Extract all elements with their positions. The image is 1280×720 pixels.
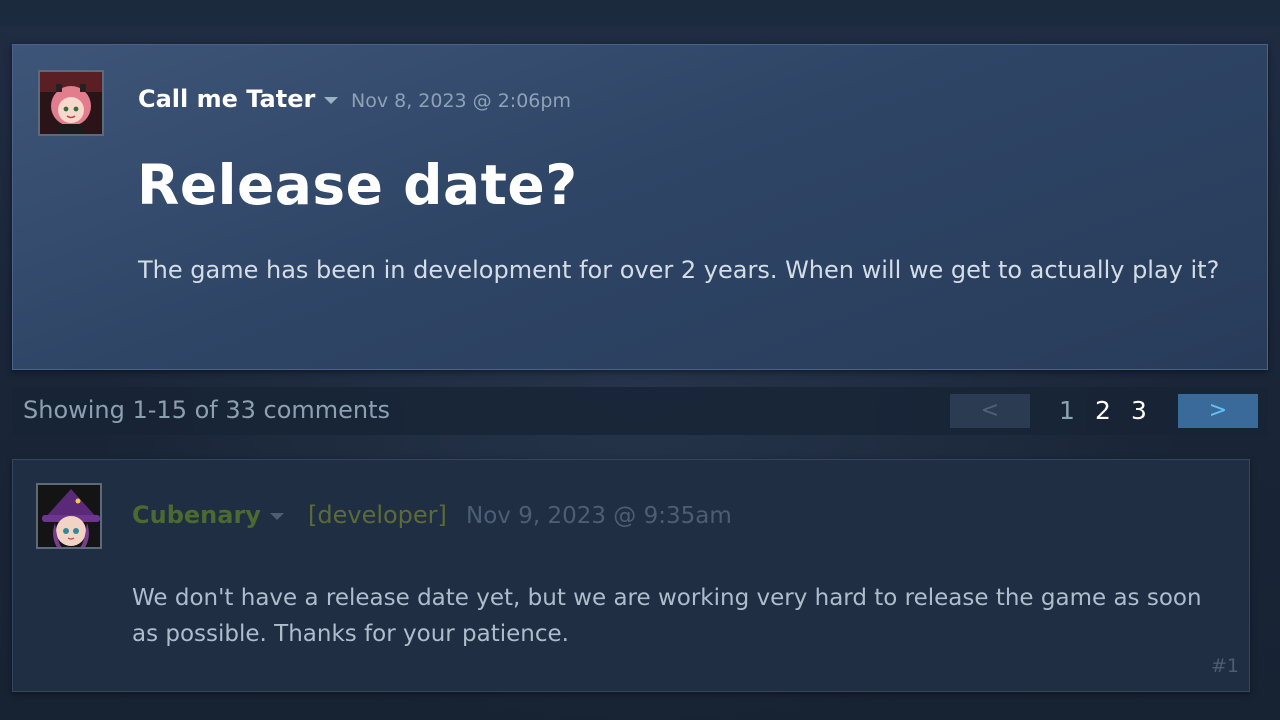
page-link-3[interactable]: 3 [1131,396,1147,425]
chevron-right-icon: > [1208,398,1228,423]
page-link-1: 1 [1059,396,1075,425]
developer-badge: [developer] [308,501,447,529]
comment-body: We don't have a release date yet, but we… [132,585,1202,647]
post-title: Release date? [137,153,578,217]
commenter-name-label[interactable]: Cubenary [132,501,261,529]
avatar-image [38,485,100,547]
author-avatar[interactable] [38,70,104,136]
chevron-down-icon[interactable] [269,513,284,520]
next-page-button[interactable]: > [1178,394,1258,428]
comment-index[interactable]: #1 [1211,655,1239,677]
prev-page-button[interactable]: < [950,394,1030,428]
author-name[interactable]: Call me Tater [138,85,339,113]
chevron-left-icon: < [980,398,1000,423]
post-body: The game has been in development for ove… [138,256,1220,284]
top-strip [0,0,1280,26]
avatar-image [40,72,102,134]
commenter-avatar[interactable] [36,483,102,549]
commenter-name[interactable]: Cubenary [132,501,284,529]
author-name-label[interactable]: Call me Tater [138,85,315,113]
page-link-2[interactable]: 2 [1095,396,1111,425]
pagination-bar: Showing 1-15 of 33 comments < 1 2 3 > [12,387,1268,435]
comment-card: Cubenary [developer] Nov 9, 2023 @ 9:35a… [12,459,1250,692]
comments-count-summary: Showing 1-15 of 33 comments [23,396,391,424]
comment-date: Nov 9, 2023 @ 9:35am [466,503,732,529]
post-date: Nov 8, 2023 @ 2:06pm [351,90,571,112]
original-post-card: Call me Tater Nov 8, 2023 @ 2:06pm Relea… [12,44,1268,370]
chevron-down-icon[interactable] [324,97,339,104]
